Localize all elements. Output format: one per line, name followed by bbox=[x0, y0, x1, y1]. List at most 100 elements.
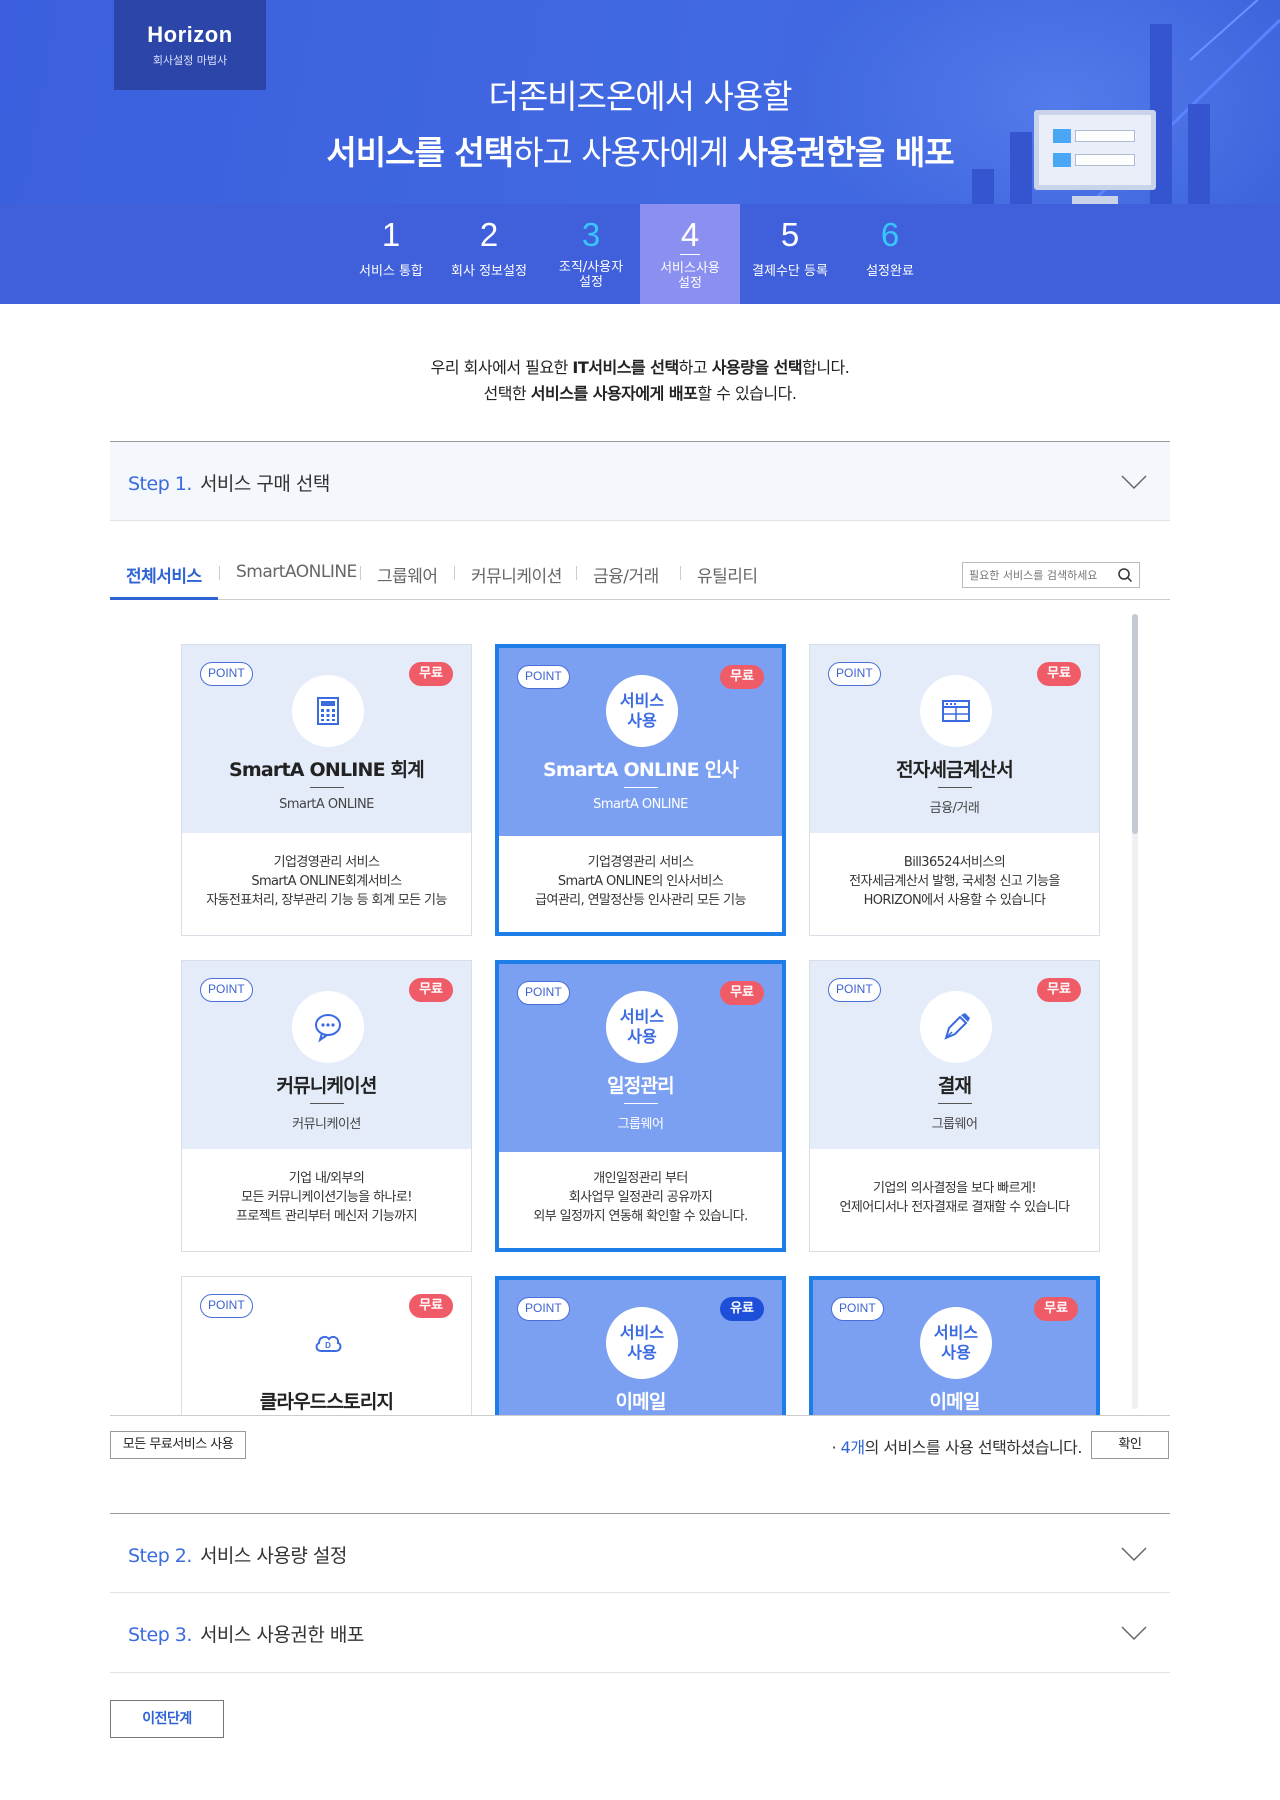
price-badge: 무료 bbox=[1037, 662, 1081, 686]
intro-text: 우리 회사에서 필요한 IT서비스를 선택하고 사용량을 선택합니다. 선택한 … bbox=[0, 355, 1280, 407]
service-use-indicator: 서비스 사용 bbox=[606, 991, 678, 1063]
step3-title: Step 3. 서비스 사용권한 배포 bbox=[128, 1624, 364, 1646]
point-badge: POINT bbox=[200, 1294, 253, 1318]
service-use-indicator: 서비스 사용 bbox=[920, 1307, 992, 1379]
point-badge: POINT bbox=[831, 1297, 884, 1321]
price-badge: 무료 bbox=[1037, 978, 1081, 1002]
selection-summary: · 4개의 서비스를 사용 선택하셨습니다. bbox=[831, 1438, 1082, 1457]
service-use-indicator: 서비스 사용 bbox=[606, 675, 678, 747]
confirm-button[interactable]: 확인 bbox=[1091, 1431, 1169, 1459]
service-name: 이메일 bbox=[615, 1391, 666, 1413]
service-name: 클라우드스토리지 bbox=[259, 1391, 394, 1413]
calculator-icon bbox=[317, 697, 339, 725]
point-badge: POINT bbox=[517, 981, 570, 1005]
chevron-down-icon[interactable] bbox=[1120, 1540, 1148, 1568]
service-category: SmartA ONLINE bbox=[279, 797, 374, 812]
step1-title: Step 1. 서비스 구매 선택 bbox=[128, 473, 330, 495]
step2-title: Step 2. 서비스 사용량 설정 bbox=[128, 1545, 347, 1567]
scrollbar-thumb[interactable] bbox=[1132, 614, 1138, 834]
point-badge: POINT bbox=[517, 1297, 570, 1321]
wizard-step-1[interactable]: 1 서비스 통합 bbox=[341, 204, 441, 304]
service-card-cloud-storage[interactable]: POINT 무료 D 클라우드스토리지 bbox=[181, 1276, 472, 1415]
service-card-schedule[interactable]: POINT 무료 서비스 사용 일정관리 그룹웨어 개인일정관리 부터 회사업무 일… bbox=[495, 960, 786, 1252]
service-use-indicator: 서비스 사용 bbox=[606, 1307, 678, 1379]
selected-count: 4개 bbox=[840, 1438, 865, 1457]
grid-divider bbox=[110, 1415, 1170, 1416]
previous-step-button[interactable]: 이전단계 bbox=[110, 1700, 224, 1738]
tab-finance[interactable]: 금융/거래 bbox=[593, 562, 659, 587]
service-category: 그룹웨어 bbox=[931, 1117, 978, 1132]
wizard-steps: 1 서비스 통합 2 회사 정보설정 3 조직/사용자 설정 4 서비스사용 설… bbox=[0, 204, 1280, 304]
wizard-step-2[interactable]: 2 회사 정보설정 bbox=[439, 204, 539, 304]
price-badge: 무료 bbox=[1034, 1297, 1078, 1321]
monitor-illustration bbox=[1034, 110, 1156, 190]
service-icon-circle bbox=[292, 675, 364, 747]
wizard-step-3[interactable]: 3 조직/사용자 설정 bbox=[541, 204, 641, 304]
tab-all-services[interactable]: 전체서비스 bbox=[126, 562, 202, 587]
service-icon-circle bbox=[292, 991, 364, 1063]
invoice-icon bbox=[942, 700, 970, 722]
cloud-icon: D bbox=[315, 1335, 342, 1352]
service-card-e-tax-invoice[interactable]: POINT 무료 전자세금계산서 금융/거래 Bill36524서비스의 전자세금… bbox=[809, 644, 1100, 936]
price-badge: 무료 bbox=[720, 665, 764, 689]
chevron-down-icon[interactable] bbox=[1120, 468, 1148, 496]
service-name: SmartA ONLINE 인사 bbox=[543, 759, 739, 781]
price-badge: 무료 bbox=[720, 981, 764, 1005]
wizard-step-6[interactable]: 6 설정완료 bbox=[840, 204, 940, 304]
service-name: 일정관리 bbox=[607, 1075, 675, 1097]
intro-line1: 우리 회사에서 필요한 IT서비스를 선택하고 사용량을 선택합니다. bbox=[430, 358, 850, 377]
service-search[interactable] bbox=[962, 562, 1140, 588]
service-card-smarta-hr[interactable]: POINT 무료 서비스 사용 SmartA ONLINE 인사 SmartA O… bbox=[495, 644, 786, 936]
service-card-communication[interactable]: POINT 무료 커뮤니케이션 커뮤니케이션 기업 내/외부의 모든 커뮤니케이션… bbox=[181, 960, 472, 1252]
service-category: SmartA ONLINE bbox=[593, 797, 688, 812]
tab-communication[interactable]: 커뮤니케이션 bbox=[471, 562, 562, 587]
service-icon-circle bbox=[920, 991, 992, 1063]
service-icon-circle bbox=[920, 675, 992, 747]
use-all-free-button[interactable]: 모든 무료서비스 사용 bbox=[110, 1431, 246, 1459]
hero-banner: Horizon 회사설정 마법사 더존비즈온에서 사용할 서비스를 선택하고 사… bbox=[0, 0, 1280, 204]
price-badge: 무료 bbox=[409, 662, 453, 686]
wizard-step-4[interactable]: 4 서비스사용 설정 bbox=[640, 204, 740, 304]
service-category: 그룹웨어 bbox=[617, 1117, 664, 1132]
service-name: 전자세금계산서 bbox=[896, 759, 1014, 781]
step3-accordion[interactable]: Step 3. 서비스 사용권한 배포 bbox=[110, 1593, 1170, 1673]
service-description: 기업 내/외부의 모든 커뮤니케이션기능을 하나로! 프로젝트 관리부터 메신저 기… bbox=[236, 1171, 418, 1224]
search-input[interactable] bbox=[969, 566, 1114, 584]
point-badge: POINT bbox=[200, 662, 253, 686]
category-tabs: 전체서비스 SmartAONLINE 그룹웨어 커뮤니케이션 금융/거래 유틸리… bbox=[110, 560, 1170, 600]
service-card-email-paid[interactable]: POINT 유료 서비스 사용 이메일 bbox=[495, 1276, 786, 1415]
service-card-smarta-accounting[interactable]: POINT 무료 SmartA ONLINE 회계 SmartA ONLINE … bbox=[181, 644, 472, 936]
chat-icon bbox=[315, 1014, 341, 1043]
service-category: 금융/거래 bbox=[929, 801, 980, 816]
point-badge: POINT bbox=[828, 662, 881, 686]
service-description: Bill36524서비스의 전자세금계산서 발행, 국세청 신고 기능을 HORIZ… bbox=[849, 855, 1060, 908]
point-badge: POINT bbox=[828, 978, 881, 1002]
search-icon[interactable] bbox=[1117, 567, 1133, 583]
price-badge: 무료 bbox=[409, 978, 453, 1002]
service-description: 기업경영관리 서비스 SmartA ONLINE의 인사서비스 급여관리, 연말정산… bbox=[535, 855, 746, 908]
service-category: 커뮤니케이션 bbox=[292, 1117, 361, 1132]
service-description: 기업의 의사결정을 보다 빠르게! 언제어디서나 전자결재로 결재할 수 있습니다 bbox=[839, 1181, 1071, 1215]
brand-subtitle: 회사설정 마법사 bbox=[152, 54, 228, 67]
intro-line2: 선택한 서비스를 사용자에게 배포할 수 있습니다. bbox=[483, 384, 797, 403]
service-card-grid: POINT 무료 SmartA ONLINE 회계 SmartA ONLINE … bbox=[110, 600, 1170, 1415]
card-grid-scrollbar[interactable] bbox=[1132, 614, 1138, 1409]
tab-groupware[interactable]: 그룹웨어 bbox=[377, 562, 438, 587]
page: Horizon 회사설정 마법사 더존비즈온에서 사용할 서비스를 선택하고 사… bbox=[0, 0, 1280, 1800]
step2-accordion[interactable]: Step 2. 서비스 사용량 설정 bbox=[110, 1513, 1170, 1593]
point-badge: POINT bbox=[200, 978, 253, 1002]
price-badge: 무료 bbox=[409, 1294, 453, 1318]
service-icon-circle: D bbox=[292, 1307, 364, 1379]
service-description: 기업경영관리 서비스 SmartA ONLINE회계서비스 자동전표처리, 장부관리… bbox=[206, 855, 447, 908]
chevron-down-icon[interactable] bbox=[1120, 1619, 1148, 1647]
wizard-step-5[interactable]: 5 결제수단 등록 bbox=[740, 204, 840, 304]
service-name: SmartA ONLINE 회계 bbox=[229, 759, 425, 781]
tab-smarta-online[interactable]: SmartAONLINE bbox=[236, 562, 357, 582]
step1-accordion[interactable]: Step 1. 서비스 구매 선택 bbox=[110, 441, 1170, 521]
service-name: 커뮤니케이션 bbox=[276, 1075, 377, 1097]
svg-text:D: D bbox=[325, 1341, 331, 1350]
service-card-email-free[interactable]: POINT 무료 서비스 사용 이메일 bbox=[809, 1276, 1100, 1415]
tab-utility[interactable]: 유틸리티 bbox=[697, 562, 758, 587]
service-card-approval[interactable]: POINT 무료 결재 그룹웨어 기업의 의사결정을 보다 빠르게! 언제어디서나… bbox=[809, 960, 1100, 1252]
brand-title: Horizon bbox=[147, 22, 233, 47]
